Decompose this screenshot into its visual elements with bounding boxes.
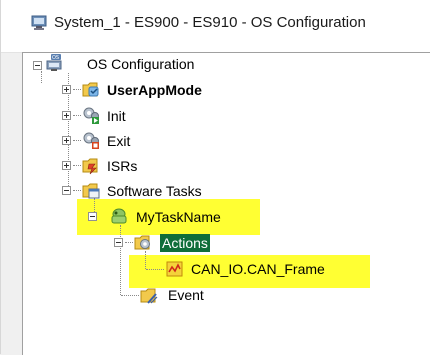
system-config-icon <box>31 15 47 30</box>
folder-actions-icon <box>134 235 150 250</box>
os-config-icon: OS <box>46 54 62 71</box>
tree-node-mytaskname[interactable]: MyTaskName <box>136 208 221 226</box>
tree-line <box>73 140 81 141</box>
expander-root[interactable] <box>33 61 42 70</box>
expander-mytaskname[interactable] <box>88 212 97 221</box>
tree-node-actions[interactable]: Actions <box>160 234 210 252</box>
task-icon <box>111 208 127 224</box>
expander-actions[interactable] <box>114 238 123 247</box>
tree-line <box>145 251 146 269</box>
folder-appmode-icon <box>82 82 99 97</box>
tree-line <box>120 225 121 295</box>
folder-isr-icon <box>82 158 98 175</box>
window-title: System_1 - ES900 - ES910 - OS Configurat… <box>54 14 366 31</box>
folder-tasks-icon <box>82 183 100 199</box>
tree-node-event[interactable]: Event <box>168 286 204 304</box>
tree-node-software-tasks[interactable]: Software Tasks <box>107 182 202 200</box>
tree-node-os-configuration[interactable]: OS Configuration <box>87 55 194 73</box>
folder-event-icon <box>140 288 158 304</box>
tree-line <box>146 269 164 270</box>
title-bar: System_1 - ES900 - ES910 - OS Configurat… <box>1 0 430 53</box>
gears-init-icon <box>83 107 99 124</box>
tree-line <box>73 89 81 90</box>
tree-line <box>41 71 42 83</box>
tree-node-userappmode[interactable]: UserAppMode <box>107 81 202 99</box>
can-frame-icon <box>166 261 183 277</box>
tree-line <box>73 165 81 166</box>
expander-isrs[interactable] <box>62 161 71 170</box>
os-configuration-window: System_1 - ES900 - ES910 - OS Configurat… <box>0 0 430 355</box>
tree-line <box>73 190 81 191</box>
tree-line <box>73 115 81 116</box>
tree-line <box>121 295 139 296</box>
tree-node-can-frame[interactable]: CAN_IO.CAN_Frame <box>191 260 325 278</box>
svg-text:OS: OS <box>52 55 59 61</box>
expander-userappmode[interactable] <box>62 85 71 94</box>
gears-exit-icon <box>83 132 99 149</box>
tree-node-exit[interactable]: Exit <box>107 132 130 150</box>
expander-software-tasks[interactable] <box>62 186 71 195</box>
expander-init[interactable] <box>62 111 71 120</box>
tree-line <box>125 242 133 243</box>
expander-exit[interactable] <box>62 136 71 145</box>
os-config-tree[interactable]: OS OS Configuration UserAppMode Init Exi… <box>22 52 430 355</box>
tree-node-init[interactable]: Init <box>107 107 126 125</box>
tree-node-isrs[interactable]: ISRs <box>107 157 137 175</box>
